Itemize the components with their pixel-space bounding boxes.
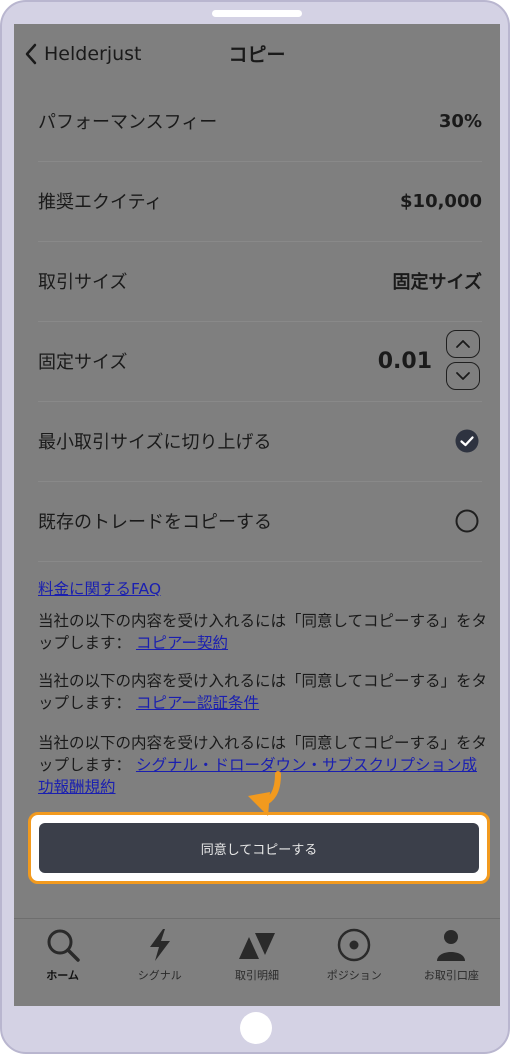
agree-and-copy-button[interactable]: 同意してコピーする bbox=[39, 823, 479, 873]
fixed-size-label: 固定サイズ bbox=[38, 352, 128, 373]
tab-positions-label: ポジション bbox=[326, 969, 382, 982]
chevron-down-icon bbox=[456, 372, 470, 380]
tab-signals[interactable]: シグナル bbox=[111, 919, 208, 1006]
trade-size-row[interactable]: 取引サイズ 固定サイズ bbox=[38, 241, 482, 322]
tab-statements[interactable]: 取引明細 bbox=[208, 919, 305, 1006]
increment-button[interactable] bbox=[446, 330, 480, 358]
copy-existing-label: 既存のトレードをコピーする bbox=[38, 512, 272, 533]
pointer-arrow-icon bbox=[248, 771, 281, 816]
cta-highlight: 同意してコピーする bbox=[28, 812, 490, 884]
unchecked-circle-icon[interactable] bbox=[454, 508, 480, 534]
recommended-equity-value: $10,000 bbox=[400, 190, 482, 212]
agreement-paragraph-2: 当社の以下の内容を受け入れるには「同意してコピーする」をタップします： コピアー… bbox=[38, 670, 488, 714]
agreement-text-2: 当社の以下の内容を受け入れるには「同意してコピーする」をタップします： bbox=[38, 672, 488, 712]
phone-home-button bbox=[240, 1012, 272, 1044]
tab-accounts[interactable]: お取引口座 bbox=[403, 919, 500, 1006]
copier-auth-terms-link[interactable]: コピアー認証条件 bbox=[136, 694, 259, 712]
phone-speaker bbox=[212, 10, 302, 17]
app-screen: Helderjust コピー パフォーマンスフィー 30% 推奨エクイティ $1… bbox=[14, 24, 500, 1006]
performance-fee-label: パフォーマンスフィー bbox=[38, 112, 218, 133]
tab-positions[interactable]: ポジション bbox=[306, 919, 403, 1006]
round-up-min-row[interactable]: 最小取引サイズに切り上げる bbox=[38, 401, 482, 482]
fee-faq-link[interactable]: 料金に関するFAQ bbox=[38, 580, 161, 598]
tab-statements-label: 取引明細 bbox=[235, 969, 279, 982]
page-title: コピー bbox=[228, 44, 286, 66]
recommended-equity-label: 推奨エクイティ bbox=[38, 192, 163, 213]
round-up-min-label: 最小取引サイズに切り上げる bbox=[38, 432, 272, 453]
decrement-button[interactable] bbox=[446, 362, 480, 390]
bottom-tab-bar: ホーム シグナル 取引明細 ポジション お取引口座 bbox=[14, 918, 500, 1006]
tab-signals-label: シグナル bbox=[137, 969, 182, 982]
tab-accounts-label: お取引口座 bbox=[423, 969, 479, 982]
copier-agreement-link[interactable]: コピアー契約 bbox=[136, 634, 228, 652]
lightning-icon bbox=[149, 929, 170, 961]
checked-circle-icon[interactable] bbox=[454, 428, 480, 454]
phone-frame: Helderjust コピー パフォーマンスフィー 30% 推奨エクイティ $1… bbox=[0, 0, 510, 1054]
up-down-triangles-icon bbox=[239, 933, 275, 959]
chevron-up-icon bbox=[456, 340, 470, 348]
target-circle-icon bbox=[337, 928, 371, 962]
trade-size-label: 取引サイズ bbox=[38, 272, 128, 293]
agreement-paragraph-1: 当社の以下の内容を受け入れるには「同意してコピーする」をタップします： コピアー… bbox=[38, 610, 488, 654]
performance-fee-row: パフォーマンスフィー 30% bbox=[38, 81, 482, 162]
quantity-stepper bbox=[446, 330, 482, 392]
tab-home[interactable]: ホーム bbox=[14, 919, 111, 1006]
navbar: Helderjust コピー bbox=[14, 24, 500, 82]
fee-faq: 料金に関するFAQ bbox=[38, 578, 488, 600]
tab-home-label: ホーム bbox=[46, 969, 79, 982]
person-icon bbox=[437, 930, 466, 961]
recommended-equity-row: 推奨エクイティ $10,000 bbox=[38, 161, 482, 242]
fixed-size-value[interactable]: 0.01 bbox=[378, 349, 432, 374]
search-icon bbox=[47, 929, 80, 962]
copy-existing-row[interactable]: 既存のトレードをコピーする bbox=[38, 481, 482, 562]
agreement-text-1: 当社の以下の内容を受け入れるには「同意してコピーする」をタップします： bbox=[38, 612, 488, 652]
fixed-size-row: 固定サイズ 0.01 bbox=[38, 321, 482, 402]
trade-size-value[interactable]: 固定サイズ bbox=[393, 268, 482, 294]
performance-fee-value: 30% bbox=[438, 110, 482, 132]
